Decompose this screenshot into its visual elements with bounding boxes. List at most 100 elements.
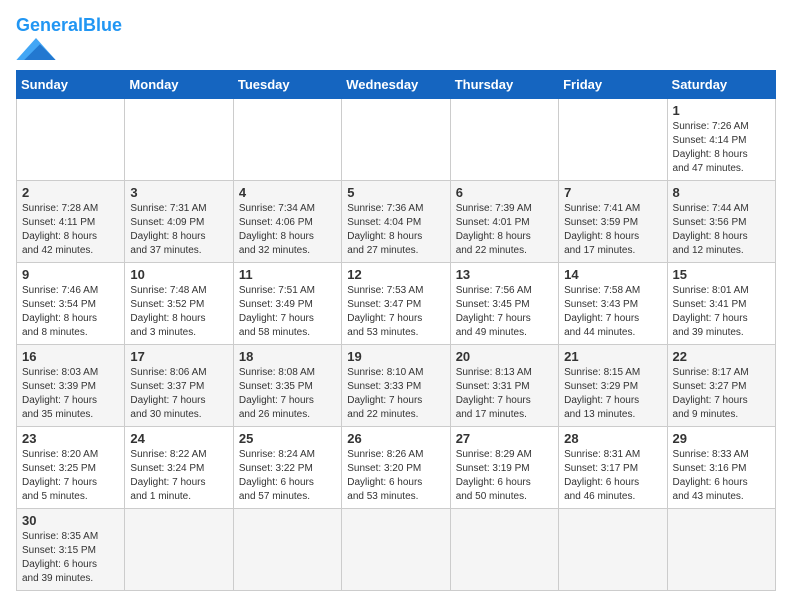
- day-number: 13: [456, 267, 553, 282]
- day-number: 3: [130, 185, 227, 200]
- calendar-cell: 5Sunrise: 7:36 AM Sunset: 4:04 PM Daylig…: [342, 180, 450, 262]
- day-info: Sunrise: 8:17 AM Sunset: 3:27 PM Dayligh…: [673, 366, 770, 422]
- week-row-4: 16Sunrise: 8:03 AM Sunset: 3:39 PM Dayli…: [17, 344, 776, 426]
- day-number: 9: [22, 267, 119, 282]
- weekday-header-wednesday: Wednesday: [342, 70, 450, 98]
- calendar-cell: [559, 98, 667, 180]
- day-info: Sunrise: 8:20 AM Sunset: 3:25 PM Dayligh…: [22, 448, 119, 504]
- calendar-cell: 26Sunrise: 8:26 AM Sunset: 3:20 PM Dayli…: [342, 426, 450, 508]
- week-row-1: 1 Sunrise: 7:26 AM Sunset: 4:14 PM Daylig…: [17, 98, 776, 180]
- day-info: Sunrise: 7:34 AM Sunset: 4:06 PM Dayligh…: [239, 202, 336, 258]
- day-number: 8: [673, 185, 770, 200]
- calendar-cell: 21Sunrise: 8:15 AM Sunset: 3:29 PM Dayli…: [559, 344, 667, 426]
- day-number: 5: [347, 185, 444, 200]
- calendar-cell: [125, 508, 233, 590]
- weekday-header-monday: Monday: [125, 70, 233, 98]
- day-number: 7: [564, 185, 661, 200]
- calendar-cell: [667, 508, 775, 590]
- logo-blue: Blue: [83, 15, 122, 35]
- calendar-cell: 9 Sunrise: 7:46 AM Sunset: 3:54 PM Daylig…: [17, 262, 125, 344]
- calendar-cell: [450, 508, 558, 590]
- day-info: Sunrise: 8:08 AM Sunset: 3:35 PM Dayligh…: [239, 366, 336, 422]
- day-info: Sunrise: 8:24 AM Sunset: 3:22 PM Dayligh…: [239, 448, 336, 504]
- weekday-header-sunday: Sunday: [17, 70, 125, 98]
- calendar-cell: 17 Sunrise: 8:06 AM Sunset: 3:37 PM Dayli…: [125, 344, 233, 426]
- calendar-cell: [233, 98, 341, 180]
- calendar-cell: 25Sunrise: 8:24 AM Sunset: 3:22 PM Dayli…: [233, 426, 341, 508]
- day-info: Sunrise: 7:28 AM Sunset: 4:11 PM Dayligh…: [22, 202, 119, 258]
- day-number: 6: [456, 185, 553, 200]
- day-number: 29: [673, 431, 770, 446]
- day-info: Sunrise: 7:48 AM Sunset: 3:52 PM Dayligh…: [130, 284, 227, 340]
- week-row-3: 9 Sunrise: 7:46 AM Sunset: 3:54 PM Daylig…: [17, 262, 776, 344]
- logo: GeneralBlue: [16, 16, 122, 60]
- day-number: 15: [673, 267, 770, 282]
- week-row-2: 2 Sunrise: 7:28 AM Sunset: 4:11 PM Daylig…: [17, 180, 776, 262]
- day-number: 23: [22, 431, 119, 446]
- day-info: Sunrise: 7:51 AM Sunset: 3:49 PM Dayligh…: [239, 284, 336, 340]
- calendar-cell: 8Sunrise: 7:44 AM Sunset: 3:56 PM Daylig…: [667, 180, 775, 262]
- week-row-6: 30Sunrise: 8:35 AM Sunset: 3:15 PM Dayli…: [17, 508, 776, 590]
- calendar-cell: 27 Sunrise: 8:29 AM Sunset: 3:19 PM Dayli…: [450, 426, 558, 508]
- day-number: 28: [564, 431, 661, 446]
- day-info: Sunrise: 8:06 AM Sunset: 3:37 PM Dayligh…: [130, 366, 227, 422]
- day-info: Sunrise: 8:31 AM Sunset: 3:17 PM Dayligh…: [564, 448, 661, 504]
- day-number: 14: [564, 267, 661, 282]
- day-info: Sunrise: 7:31 AM Sunset: 4:09 PM Dayligh…: [130, 202, 227, 258]
- day-info: Sunrise: 7:41 AM Sunset: 3:59 PM Dayligh…: [564, 202, 661, 258]
- calendar-cell: 10 Sunrise: 7:48 AM Sunset: 3:52 PM Dayli…: [125, 262, 233, 344]
- calendar-cell: 14 Sunrise: 7:58 AM Sunset: 3:43 PM Dayli…: [559, 262, 667, 344]
- day-info: Sunrise: 8:22 AM Sunset: 3:24 PM Dayligh…: [130, 448, 227, 504]
- page-header: GeneralBlue: [16, 16, 776, 60]
- calendar-cell: 11 Sunrise: 7:51 AM Sunset: 3:49 PM Dayli…: [233, 262, 341, 344]
- calendar-cell: [559, 508, 667, 590]
- day-number: 22: [673, 349, 770, 364]
- calendar-cell: 29 Sunrise: 8:33 AM Sunset: 3:16 PM Dayli…: [667, 426, 775, 508]
- day-info: Sunrise: 8:03 AM Sunset: 3:39 PM Dayligh…: [22, 366, 119, 422]
- weekday-header-friday: Friday: [559, 70, 667, 98]
- day-info: Sunrise: 8:10 AM Sunset: 3:33 PM Dayligh…: [347, 366, 444, 422]
- day-number: 10: [130, 267, 227, 282]
- day-info: Sunrise: 8:29 AM Sunset: 3:19 PM Dayligh…: [456, 448, 553, 504]
- calendar-cell: 3 Sunrise: 7:31 AM Sunset: 4:09 PM Daylig…: [125, 180, 233, 262]
- day-info: Sunrise: 7:58 AM Sunset: 3:43 PM Dayligh…: [564, 284, 661, 340]
- day-number: 30: [22, 513, 119, 528]
- calendar-cell: [125, 98, 233, 180]
- calendar-cell: 28 Sunrise: 8:31 AM Sunset: 3:17 PM Dayli…: [559, 426, 667, 508]
- day-info: Sunrise: 8:01 AM Sunset: 3:41 PM Dayligh…: [673, 284, 770, 340]
- calendar-table: SundayMondayTuesdayWednesdayThursdayFrid…: [16, 70, 776, 591]
- logo-text: GeneralBlue: [16, 16, 122, 36]
- calendar-cell: 19 Sunrise: 8:10 AM Sunset: 3:33 PM Dayli…: [342, 344, 450, 426]
- calendar-cell: 4 Sunrise: 7:34 AM Sunset: 4:06 PM Daylig…: [233, 180, 341, 262]
- day-number: 19: [347, 349, 444, 364]
- calendar-cell: 18 Sunrise: 8:08 AM Sunset: 3:35 PM Dayli…: [233, 344, 341, 426]
- day-number: 2: [22, 185, 119, 200]
- day-number: 27: [456, 431, 553, 446]
- day-number: 24: [130, 431, 227, 446]
- day-info: Sunrise: 7:46 AM Sunset: 3:54 PM Dayligh…: [22, 284, 119, 340]
- calendar-cell: 24 Sunrise: 8:22 AM Sunset: 3:24 PM Dayli…: [125, 426, 233, 508]
- calendar-cell: 22 Sunrise: 8:17 AM Sunset: 3:27 PM Dayli…: [667, 344, 775, 426]
- weekday-header-tuesday: Tuesday: [233, 70, 341, 98]
- day-number: 4: [239, 185, 336, 200]
- calendar-cell: [342, 508, 450, 590]
- calendar-cell: 13 Sunrise: 7:56 AM Sunset: 3:45 PM Dayli…: [450, 262, 558, 344]
- day-number: 17: [130, 349, 227, 364]
- calendar-cell: 7 Sunrise: 7:41 AM Sunset: 3:59 PM Daylig…: [559, 180, 667, 262]
- day-number: 1: [673, 103, 770, 118]
- day-number: 26: [347, 431, 444, 446]
- day-info: Sunrise: 8:15 AM Sunset: 3:29 PM Dayligh…: [564, 366, 661, 422]
- day-info: Sunrise: 7:56 AM Sunset: 3:45 PM Dayligh…: [456, 284, 553, 340]
- logo-icon: [16, 38, 56, 60]
- day-number: 18: [239, 349, 336, 364]
- calendar-cell: [233, 508, 341, 590]
- day-number: 11: [239, 267, 336, 282]
- weekday-header-saturday: Saturday: [667, 70, 775, 98]
- day-info: Sunrise: 8:33 AM Sunset: 3:16 PM Dayligh…: [673, 448, 770, 504]
- day-info: Sunrise: 7:39 AM Sunset: 4:01 PM Dayligh…: [456, 202, 553, 258]
- logo-general: General: [16, 15, 83, 35]
- calendar-cell: 16Sunrise: 8:03 AM Sunset: 3:39 PM Dayli…: [17, 344, 125, 426]
- day-info: Sunrise: 7:26 AM Sunset: 4:14 PM Dayligh…: [673, 120, 770, 176]
- weekday-header-thursday: Thursday: [450, 70, 558, 98]
- calendar-cell: [17, 98, 125, 180]
